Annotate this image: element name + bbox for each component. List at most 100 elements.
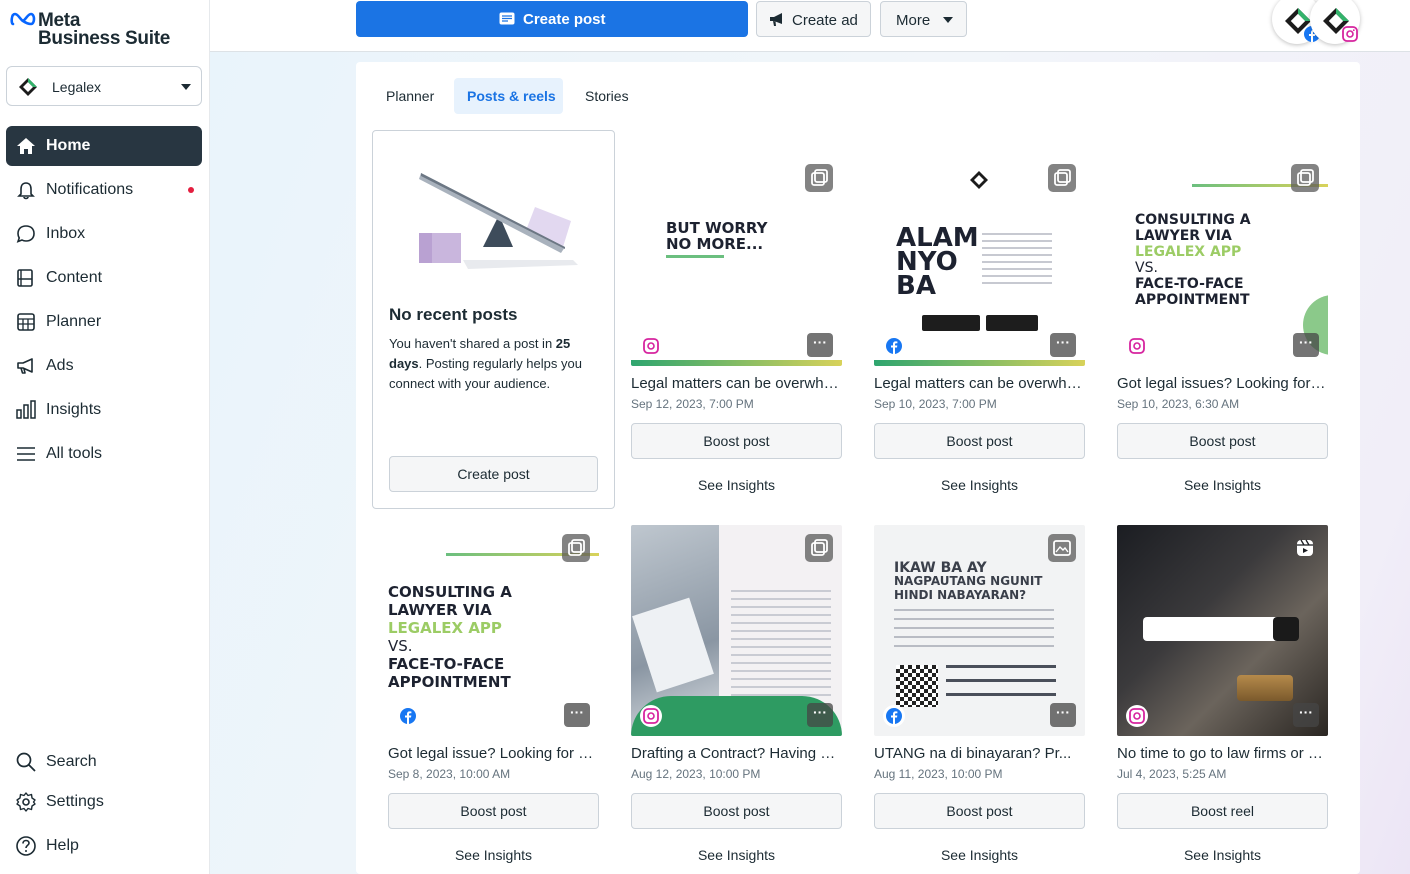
sidebar-item-label: Notifications [46,181,134,198]
more-button[interactable]: More [880,1,967,37]
see-insights-link[interactable]: See Insights [388,837,599,873]
legalex-diamond-icon [19,78,37,96]
chat-bubble-icon [16,225,35,243]
sidebar-item-ads[interactable]: Ads [6,346,202,386]
compose-icon [499,12,515,25]
thumb-text: CONSULTING A [388,583,512,601]
content-icon [17,269,33,287]
post-card[interactable]: ··· No time to go to law firms or office… [1117,525,1328,874]
instagram-icon [1126,705,1148,727]
thumb-text: LAWYER VIA [1135,228,1232,244]
thumb-text: BUT WORRY [666,219,768,237]
thumb-cta-text [946,665,1056,707]
notification-dot [188,187,194,193]
sidebar-item-inbox[interactable]: Inbox [6,214,202,254]
bell-icon [17,182,35,200]
tab-planner[interactable]: Planner [374,78,464,114]
photo-icon [1048,534,1076,562]
thumb-text: VS. [1135,260,1158,276]
brand-line-2: Business Suite [38,28,171,49]
boost-post-button[interactable]: Boost post [874,423,1085,459]
boost-post-button[interactable]: Boost post [874,793,1085,829]
sidebar-item-label: Insights [46,401,102,418]
meta-business-suite-logo[interactable]: Meta Business Suite [10,10,200,50]
google-play-badge [922,315,980,331]
thumb-text: HINDI NABAYARAN? [894,588,1027,602]
thumb-footer-bar [874,360,1085,366]
create-post-button[interactable]: Create post [356,1,748,37]
sidebar-item-all-tools[interactable]: All tools [6,434,202,474]
post-card[interactable]: CONSULTING A LAWYER VIA LEGALEX APP VS. … [388,525,599,874]
thumb-body-text [982,233,1052,289]
thumb-text: NO MORE... [666,235,764,253]
thumb-text: IKAW BA AY [894,560,987,576]
sidebar-item-settings[interactable]: Settings [6,782,202,822]
see-insights-link[interactable]: See Insights [874,467,1085,503]
see-insights-link[interactable]: See Insights [1117,837,1328,873]
megaphone-icon [17,358,33,374]
see-insights-link[interactable]: See Insights [874,837,1085,873]
thumb-search-button [1273,617,1299,641]
ellipsis-menu-button[interactable]: ··· [1050,703,1076,727]
post-date: Aug 12, 2023, 10:00 PM [631,767,761,781]
sidebar: Meta Business Suite Legalex Home Notific… [0,0,210,874]
instagram-profile-avatar[interactable] [1310,0,1360,44]
instagram-icon [1342,26,1358,42]
post-card[interactable]: ··· Drafting a Contract? Having a lawyer… [631,525,842,874]
boost-post-button[interactable]: Boost post [631,423,842,459]
ellipsis-menu-button[interactable]: ··· [807,333,833,357]
create-ad-button[interactable]: Create ad [756,1,871,37]
see-insights-link[interactable]: See Insights [631,467,842,503]
sidebar-item-help[interactable]: Help [6,826,202,866]
boost-post-button[interactable]: Boost post [388,793,599,829]
boost-reel-button[interactable]: Boost reel [1117,793,1328,829]
ellipsis-menu-button[interactable]: ··· [1293,703,1319,727]
thumb-text: CONSULTING A [1135,212,1251,228]
thumb-text: BA [896,271,936,301]
boost-post-button[interactable]: Boost post [1117,423,1328,459]
empty-create-post-button[interactable]: Create post [389,456,598,492]
thumb-text: APPOINTMENT [1135,292,1250,308]
thumb-footer-bar [631,360,842,366]
sidebar-item-search[interactable]: Search [6,742,202,782]
tab-posts-reels[interactable]: Posts & reels [454,78,563,114]
tab-stories[interactable]: Stories [574,78,656,114]
qr-code-image [896,665,938,707]
sidebar-item-label: Content [46,269,103,286]
account-name: Legalex [52,79,102,95]
post-card[interactable]: BUT WORRY NO MORE... ··· Legal matters c… [631,155,842,515]
thumb-body-text [731,590,831,700]
sidebar-item-planner[interactable]: Planner [6,302,202,342]
search-icon [16,752,36,772]
desc-text: . Posting regularly helps you connect wi… [389,356,582,391]
account-switcher[interactable]: Legalex [6,66,202,106]
empty-state-description: You haven't shared a post in 25 days. Po… [389,334,601,394]
content-card: Planner Posts & reels Stories No recent … [356,62,1360,874]
ellipsis-menu-button[interactable]: ··· [564,703,590,727]
connected-profiles[interactable] [1272,0,1362,46]
sidebar-item-notifications[interactable]: Notifications [6,170,202,210]
ellipsis-menu-button[interactable]: ··· [807,703,833,727]
see-insights-link[interactable]: See Insights [1117,467,1328,503]
post-caption: Legal matters can be overwhelming... [874,375,1085,392]
thumb-body-text [894,609,1054,649]
post-date: Aug 11, 2023, 10:00 PM [874,767,1003,781]
post-card[interactable]: ALAM NYO BA ··· Legal matters can be ove… [874,155,1085,515]
ellipsis-menu-button[interactable]: ··· [1050,333,1076,357]
chevron-down-icon [943,17,953,23]
see-insights-link[interactable]: See Insights [631,837,842,873]
chevron-down-icon [181,84,191,90]
instagram-icon [640,335,662,357]
boost-post-button[interactable]: Boost post [631,793,842,829]
thumb-text: LEGALEX APP [1135,244,1242,260]
sidebar-item-insights[interactable]: Insights [6,390,202,430]
more-label: More [896,12,931,29]
seesaw-illustration [419,173,578,269]
post-card[interactable]: CONSULTING A LAWYER VIA LEGALEX APP VS. … [1117,155,1328,515]
megaphone-icon [770,13,782,26]
post-card[interactable]: IKAW BA AY NAGPAUTANG NGUNIT HINDI NABAY… [874,525,1085,874]
legalex-diamond-icon [970,171,988,189]
sidebar-item-home[interactable]: Home [6,126,202,166]
sidebar-item-content[interactable]: Content [6,258,202,298]
ellipsis-menu-button[interactable]: ··· [1293,333,1319,357]
